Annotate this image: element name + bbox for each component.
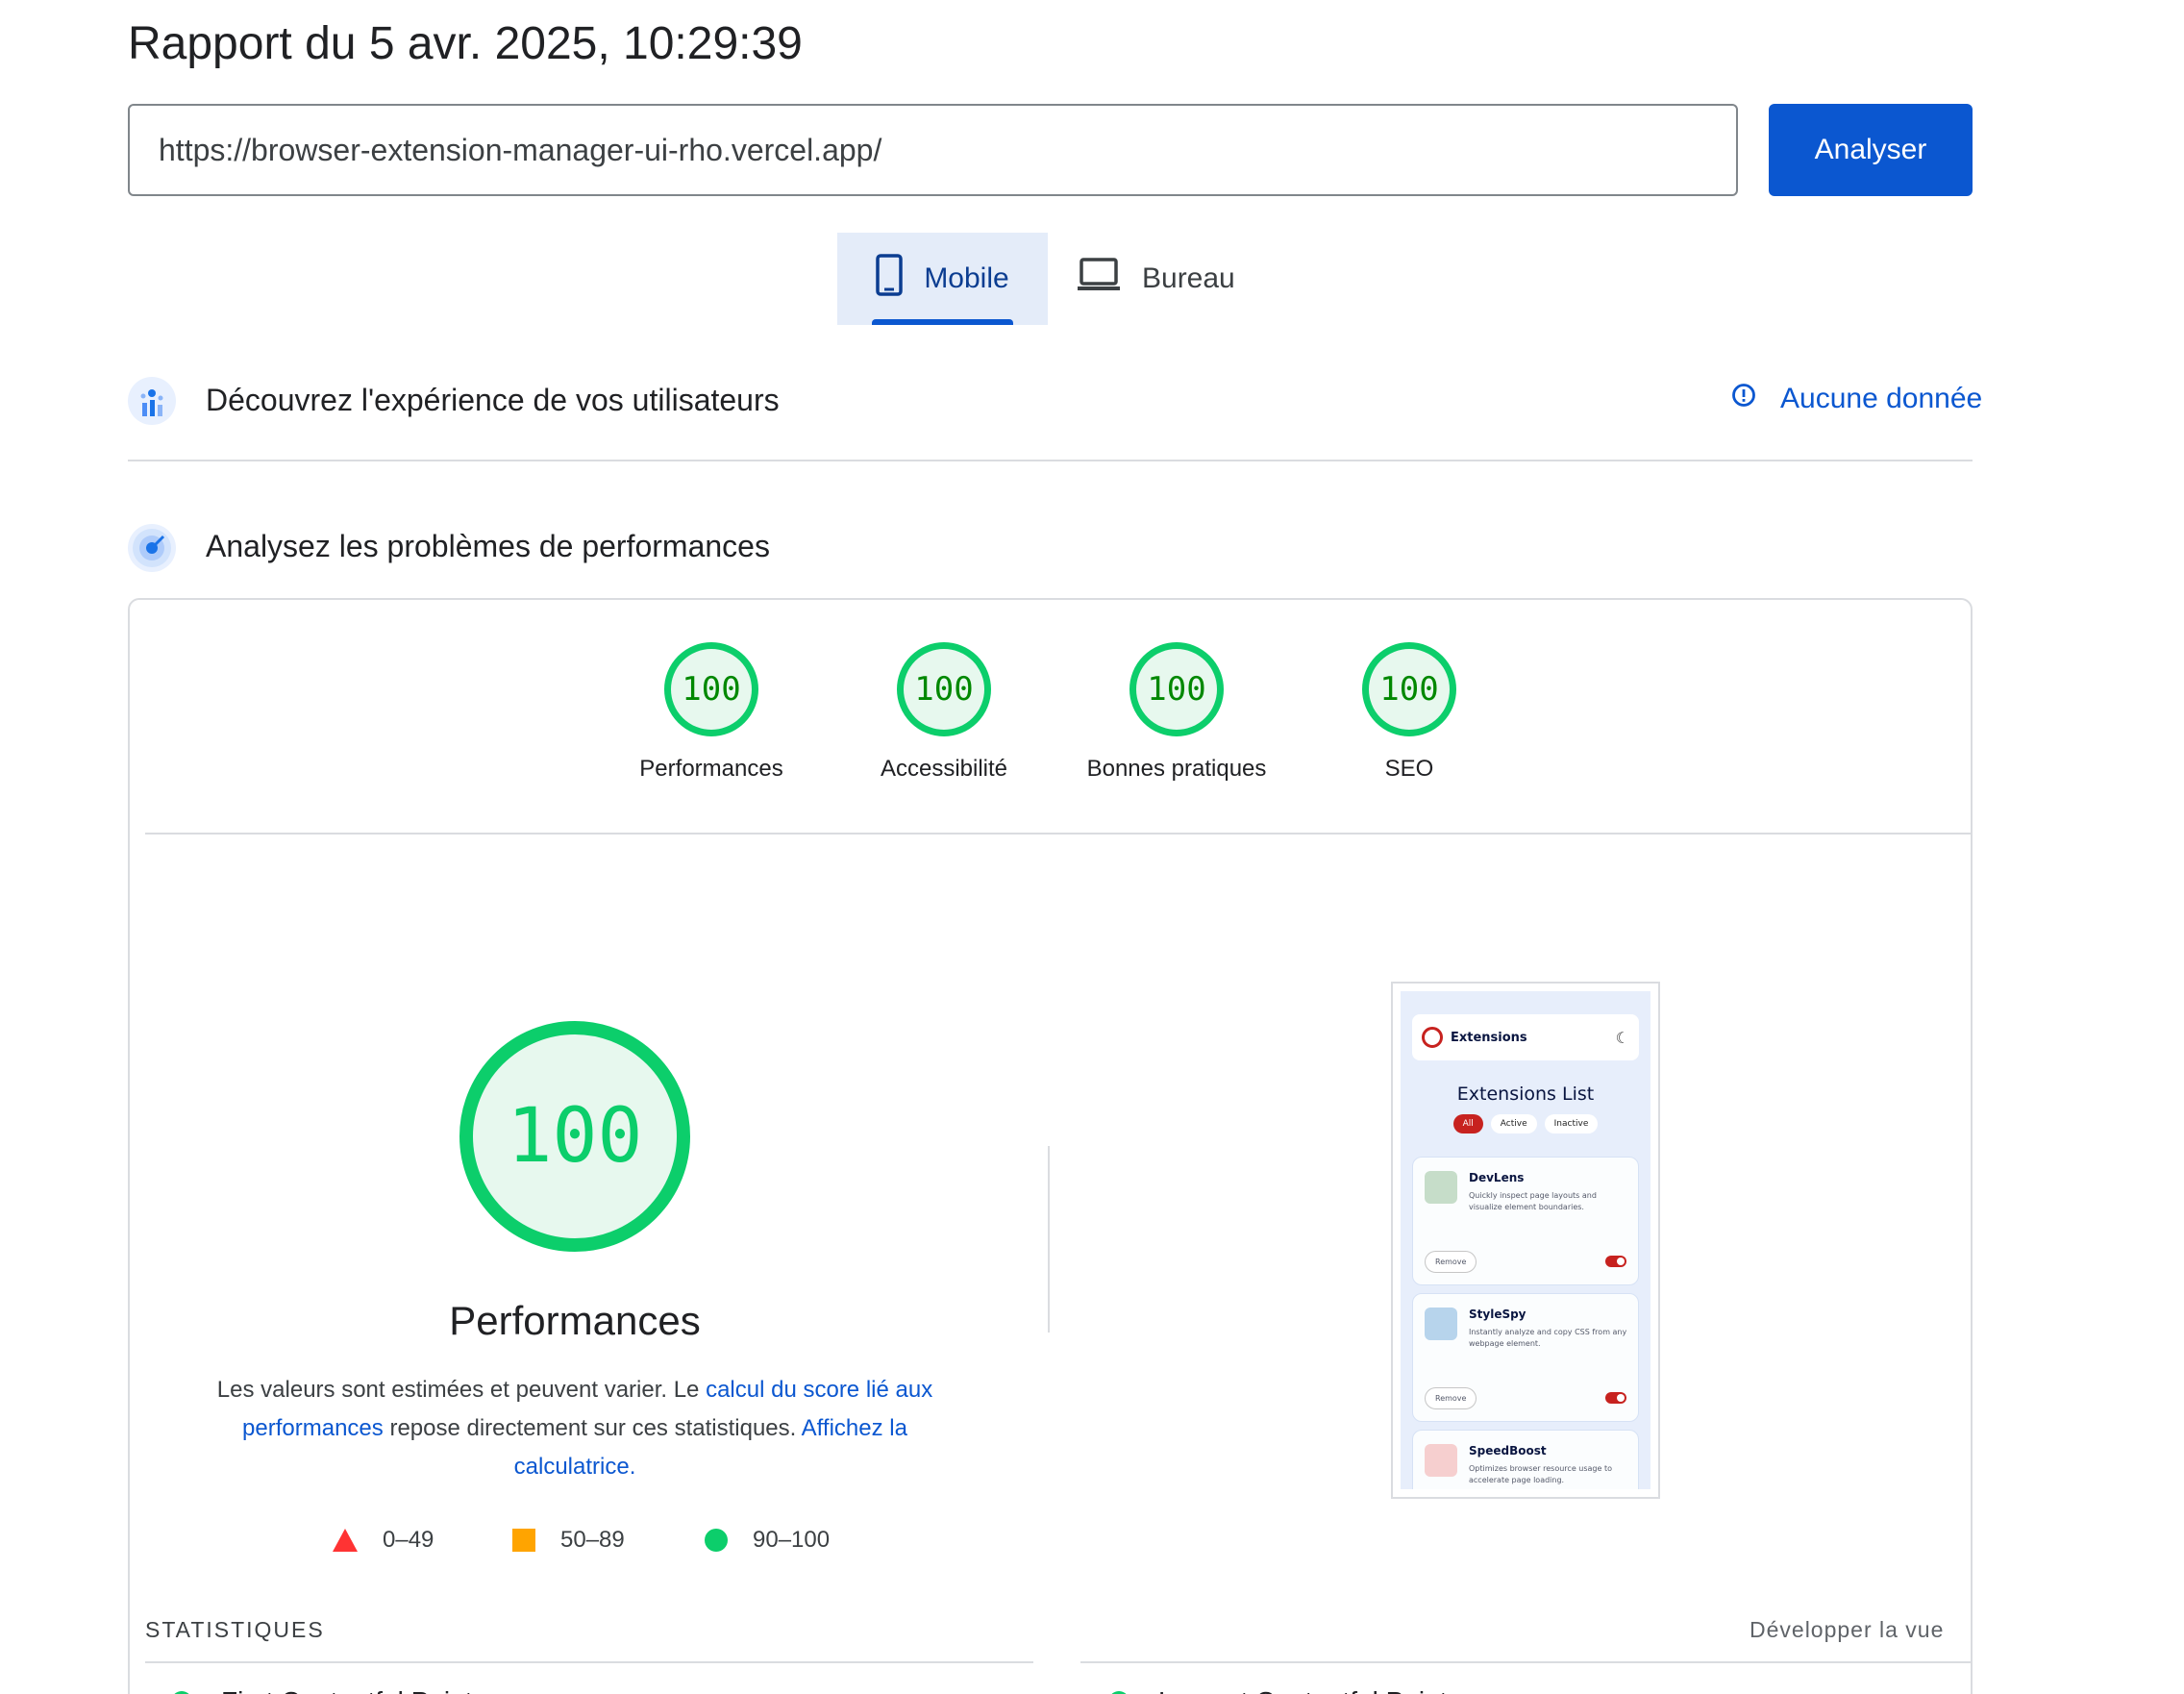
legend-range: 90–100: [753, 1527, 831, 1553]
extension-name: SpeedBoost: [1469, 1444, 1547, 1457]
description-text: .: [629, 1454, 636, 1480]
score-gauge: 100: [664, 642, 758, 736]
metric-lcp: Largest Contentful Paint: [1108, 1686, 1447, 1694]
legend-pass: 90–100: [705, 1527, 830, 1554]
score-label: Bonnes pratiques: [1086, 756, 1267, 782]
filter-pill: Active: [1490, 1114, 1537, 1133]
info-icon: [1730, 382, 1757, 416]
tab-active-indicator: [872, 319, 1013, 325]
legend-range: 0–49: [383, 1527, 434, 1553]
expand-view-toggle[interactable]: Développer la vue: [1750, 1617, 1944, 1643]
extension-description: Optimizes browser resource usage to acce…: [1469, 1464, 1612, 1484]
analyze-button[interactable]: Analyser: [1769, 104, 1973, 196]
stylespy-icon: [1425, 1308, 1457, 1340]
legend-fail: 0–49: [333, 1527, 434, 1554]
description-text: Les valeurs sont estimées et peuvent var…: [216, 1377, 707, 1403]
field-data-title: Découvrez l'expérience de vos utilisateu…: [206, 383, 780, 417]
screenshot-extension-card: SpeedBoost Optimizes browser resource us…: [1412, 1430, 1639, 1489]
section-divider: [128, 460, 1973, 461]
legend-range: 50–89: [560, 1527, 625, 1553]
smartphone-icon: [876, 254, 904, 304]
metric-name: Largest Contentful Paint: [1158, 1686, 1447, 1694]
score-accessibility[interactable]: 100 Accessibilité: [838, 642, 1050, 783]
screenshot-filters: All Active Inactive: [1401, 1114, 1650, 1133]
no-data-label: Aucune donnée: [1780, 383, 1983, 414]
screenshot-extension-card: StyleSpy Instantly analyze and copy CSS …: [1412, 1293, 1639, 1422]
square-icon: [512, 1529, 535, 1552]
remove-button: Remove: [1425, 1387, 1477, 1409]
extensions-logo-icon: [1422, 1027, 1443, 1048]
performance-gauge: 100: [459, 1021, 690, 1252]
tab-mobile-label: Mobile: [924, 262, 1009, 294]
filter-pill: All: [1452, 1114, 1483, 1133]
score-gauge: 100: [1362, 642, 1456, 736]
final-screenshot[interactable]: Extensions ☾ Extensions List All Active …: [1391, 982, 1660, 1499]
triangle-icon: [333, 1529, 358, 1552]
users-chart-icon: [128, 377, 176, 425]
score-gauge: 100: [1129, 642, 1224, 736]
circle-icon: [705, 1529, 728, 1552]
screenshot-page: Extensions ☾ Extensions List All Active …: [1401, 991, 1650, 1489]
score-label: Accessibilité: [880, 756, 1008, 782]
scores-divider: [145, 833, 1973, 835]
lab-data-title: Analysez les problèmes de performances: [206, 529, 770, 563]
url-input[interactable]: [128, 104, 1738, 196]
laptop-icon: [1077, 258, 1121, 300]
tab-desktop[interactable]: Bureau: [1077, 233, 1250, 325]
tab-mobile[interactable]: Mobile: [837, 233, 1048, 325]
toggle-switch: [1605, 1392, 1626, 1404]
description-text: repose directement sur ces statistiques.: [383, 1415, 802, 1441]
score-seo[interactable]: 100 SEO: [1303, 642, 1515, 783]
metrics-divider-right: [1080, 1661, 1973, 1663]
metric-fcp: First Contentful Paint: [171, 1686, 472, 1694]
no-data-link[interactable]: Aucune donnée: [1730, 382, 1982, 416]
vertical-separator: [1048, 1146, 1050, 1333]
performance-title: Performances: [449, 1298, 701, 1343]
report-title: Rapport du 5 avr. 2025, 10:29:39: [128, 18, 803, 69]
screenshot-extension-card: DevLens Quickly inspect page layouts and…: [1412, 1157, 1639, 1285]
moon-icon: ☾: [1615, 1028, 1629, 1047]
extension-name: StyleSpy: [1469, 1308, 1526, 1321]
screenshot-brand: Extensions: [1451, 1030, 1527, 1045]
tab-desktop-label: Bureau: [1142, 262, 1235, 294]
screenshot-list-title: Extensions List: [1456, 1084, 1595, 1105]
speedboost-icon: [1425, 1444, 1457, 1477]
metric-name: First Contentful Paint: [221, 1686, 472, 1694]
legend-average: 50–89: [512, 1527, 625, 1554]
score-performance[interactable]: 100 Performances: [606, 642, 817, 783]
metrics-section-label: STATISTIQUES: [145, 1617, 325, 1642]
performance-description: Les valeurs sont estimées et peuvent var…: [211, 1371, 938, 1486]
remove-button: Remove: [1425, 1251, 1477, 1273]
radar-icon: [128, 524, 176, 572]
toggle-switch: [1605, 1256, 1626, 1267]
extension-description: Quickly inspect page layouts and visuali…: [1469, 1191, 1597, 1211]
devlens-icon: [1425, 1171, 1457, 1204]
score-best-practices[interactable]: 100 Bonnes pratiques: [1071, 642, 1282, 783]
screenshot-header: Extensions ☾: [1412, 1014, 1639, 1060]
filter-pill: Inactive: [1544, 1114, 1599, 1133]
score-gauge: 100: [897, 642, 991, 736]
metrics-divider-left: [145, 1661, 1033, 1663]
score-label: Performances: [639, 756, 783, 782]
score-label: SEO: [1384, 756, 1434, 782]
extension-description: Instantly analyze and copy CSS from any …: [1469, 1328, 1627, 1348]
extension-name: DevLens: [1469, 1171, 1525, 1184]
